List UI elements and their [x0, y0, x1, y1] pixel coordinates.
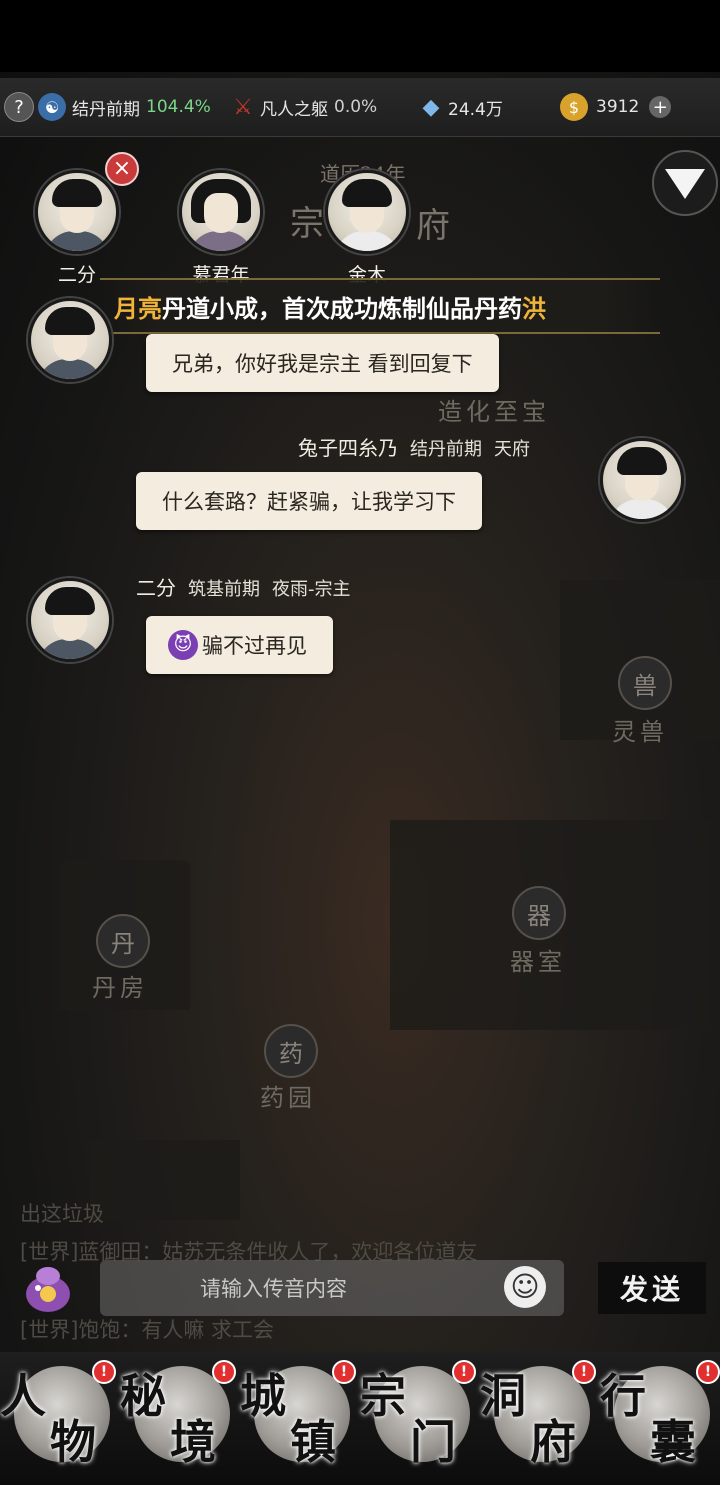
building-label-qi: 器室	[510, 948, 566, 976]
yin-yang-icon: ☯	[38, 93, 66, 121]
sect-title-left: 宗	[290, 204, 324, 244]
treasure-label: 造化至宝	[438, 398, 550, 426]
world-chat-line: 出这垃圾	[20, 1202, 104, 1226]
building-badge-qi[interactable]: 器	[512, 886, 566, 940]
announcement-text: 丹道小成，首次成功炼制仙品丹药	[162, 294, 522, 323]
nav-label-top: 人	[0, 1369, 46, 1423]
nav-label-bottom: 囊	[650, 1415, 696, 1469]
sect-title-right: 府	[416, 206, 450, 246]
chat-bubble-text: 骗不过再见	[202, 634, 307, 658]
alert-badge: !	[452, 1360, 476, 1384]
nav-label-top: 城	[240, 1369, 286, 1423]
realm-resource[interactable]: ☯ 结丹前期 104.4%	[38, 78, 211, 136]
spirit-stone-resource[interactable]: ◆ 24.4万	[420, 78, 503, 136]
chat-avatar-erfen[interactable]	[28, 578, 112, 662]
send-button[interactable]: 发送	[598, 1262, 706, 1314]
body-name: 凡人之躯	[260, 99, 328, 120]
pet-bag-icon[interactable]	[22, 1260, 74, 1316]
sender-name: 二分	[136, 576, 176, 600]
collapse-button[interactable]	[652, 150, 718, 216]
nav-secret-realm[interactable]: 秘 境 !	[120, 1360, 240, 1470]
nav-label-top: 宗	[360, 1369, 406, 1423]
building-label-dan: 丹房	[92, 974, 148, 1002]
help-resource[interactable]: ?	[4, 78, 34, 136]
building-label-shou: 灵兽	[612, 718, 668, 746]
blade-icon: ⚔	[233, 94, 253, 120]
world-chat-line: [世界]饱饱：有人嘛 求工会	[20, 1318, 275, 1342]
triangle-down-icon	[665, 169, 705, 199]
building-silhouette	[90, 1140, 240, 1220]
chat-avatar-self[interactable]	[600, 438, 684, 522]
alert-badge: !	[572, 1360, 596, 1384]
announcement-trail: 洪	[522, 294, 546, 323]
avatar[interactable]	[600, 438, 684, 522]
close-icon[interactable]: ×	[105, 152, 139, 186]
sender-realm: 结丹前期	[410, 439, 482, 460]
gold-coin-icon: $	[560, 93, 588, 121]
chat-bubble: 什么套路？赶紧骗，让我学习下	[136, 472, 482, 530]
gold-count: 3912	[596, 97, 640, 117]
alert-badge: !	[332, 1360, 356, 1384]
alert-badge: !	[212, 1360, 236, 1384]
sender-sect: 天府	[494, 439, 530, 460]
avatar[interactable]	[325, 170, 409, 254]
friend-jinmu[interactable]: 金木	[322, 170, 412, 287]
nav-label-top: 洞	[480, 1369, 526, 1423]
voice-message-input[interactable]: 请输入传音内容	[100, 1260, 564, 1316]
nav-character[interactable]: 人 物 !	[0, 1360, 120, 1470]
add-gold-icon[interactable]: +	[649, 96, 672, 118]
chat-meta-erfen: 二分 筑基前期 夜雨-宗主	[136, 572, 351, 601]
nav-label-top: 行	[600, 1369, 646, 1423]
nav-label-bottom: 镇	[290, 1415, 336, 1469]
spirit-stone-icon: ◆	[422, 94, 440, 120]
body-percent: 0.0%	[334, 97, 378, 117]
chat-meta-self: 兔子四糸乃 结丹前期 天府	[298, 432, 530, 461]
friend-erfen[interactable]: 二分	[32, 170, 122, 287]
building-badge-dan[interactable]: 丹	[96, 914, 150, 968]
nav-label-bottom: 府	[530, 1415, 576, 1469]
spirit-stone-count: 24.4万	[448, 99, 503, 120]
announcement-ticker: 月亮 丹道小成，首次成功炼制仙品丹药 洪	[100, 278, 660, 334]
nav-bag[interactable]: 行 囊 !	[600, 1360, 720, 1470]
chat-avatar-erfen[interactable]	[28, 298, 112, 382]
gold-resource[interactable]: $ 3912 +	[560, 78, 672, 136]
building-badge-yao[interactable]: 药	[264, 1024, 318, 1078]
alert-badge: !	[696, 1360, 720, 1384]
chat-bubble: 兄弟，你好我是宗主 看到回复下	[146, 334, 499, 392]
input-placeholder: 请输入传音内容	[200, 1277, 347, 1301]
nav-label-bottom: 物	[50, 1415, 96, 1469]
realm-name: 结丹前期	[72, 99, 140, 120]
avatar[interactable]	[35, 170, 119, 254]
nav-town[interactable]: 城 镇 !	[240, 1360, 360, 1470]
avatar[interactable]	[179, 170, 263, 254]
nav-label-bottom: 境	[170, 1415, 216, 1469]
nav-sect[interactable]: 宗 门 !	[360, 1360, 480, 1470]
chat-bubble: 😈 骗不过再见	[146, 616, 333, 674]
sender-name: 兔子四糸乃	[298, 436, 398, 460]
help-icon[interactable]: ?	[4, 92, 34, 122]
body-resource[interactable]: ⚔ 凡人之躯 0.0%	[232, 78, 377, 136]
friend-mujunnian[interactable]: 慕君年	[176, 170, 266, 287]
devil-emoji-icon: 😈	[168, 630, 198, 660]
alert-badge: !	[92, 1360, 116, 1384]
nav-label-top: 秘	[120, 1369, 166, 1423]
nav-cave[interactable]: 洞 府 !	[480, 1360, 600, 1470]
emoji-icon[interactable]: ☺	[504, 1266, 546, 1308]
building-label-yao: 药园	[260, 1084, 316, 1112]
building-badge-shou[interactable]: 兽	[618, 656, 672, 710]
realm-percent: 104.4%	[146, 97, 211, 117]
sender-sect: 夜雨-宗主	[272, 579, 351, 600]
nav-label-bottom: 门	[410, 1415, 456, 1469]
avatar[interactable]	[28, 578, 112, 662]
avatar[interactable]	[28, 298, 112, 382]
sender-realm: 筑基前期	[188, 579, 260, 600]
announcement-player: 月亮	[114, 294, 162, 323]
status-bar-area	[0, 0, 720, 72]
